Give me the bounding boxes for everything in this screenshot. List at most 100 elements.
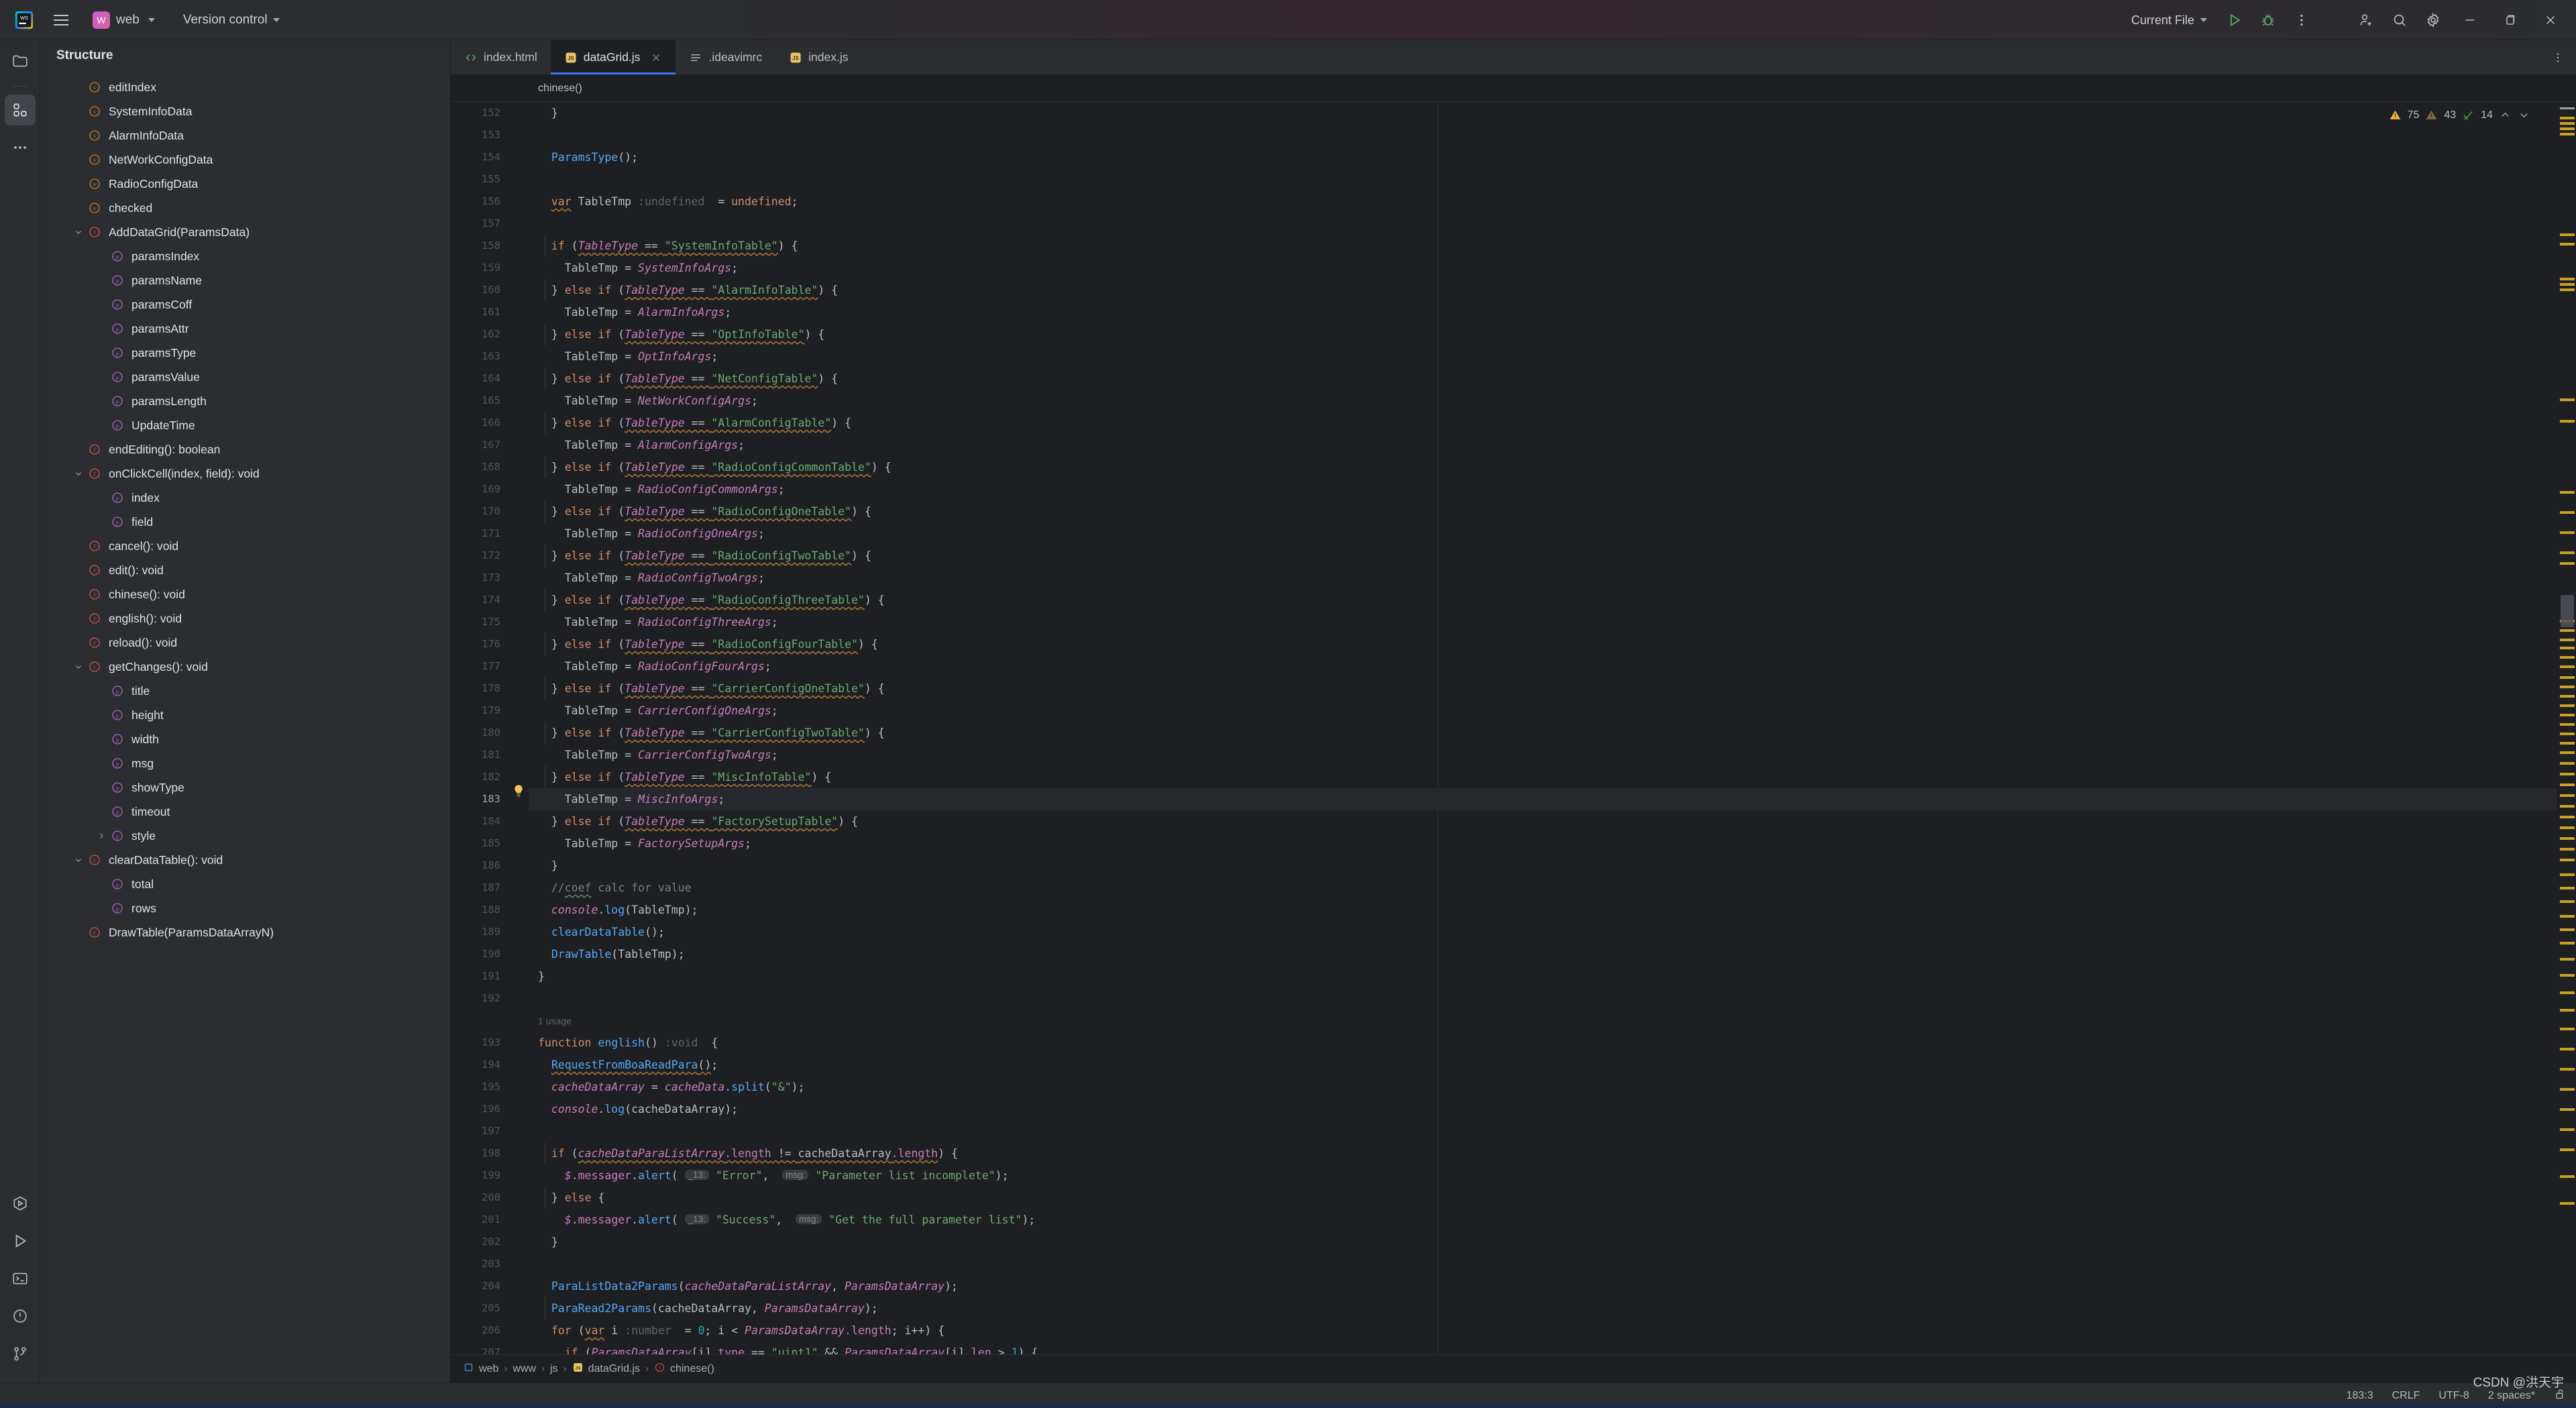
editor-tab--ideavimrc[interactable]: .ideavimrc <box>676 40 775 74</box>
error-stripe-marker[interactable] <box>2560 133 2575 136</box>
code-line[interactable]: } else if (TableType == "RadioConfigFour… <box>529 633 2557 655</box>
code-line[interactable] <box>529 168 2557 191</box>
version-control-widget[interactable]: Version control <box>178 10 285 30</box>
gear-icon[interactable] <box>2416 3 2450 37</box>
version-control-icon[interactable] <box>5 1338 36 1369</box>
tree-twisty-icon[interactable] <box>94 732 109 747</box>
code-line[interactable]: } else if (TableType == "OptInfoTable") … <box>529 323 2557 345</box>
editor-tab-datagrid-js[interactable]: JS dataGrid.js <box>550 40 676 74</box>
error-stripe-marker[interactable] <box>2560 733 2575 735</box>
code-line[interactable]: $.messager.alert( _13: "Success", msg: "… <box>529 1209 2557 1231</box>
error-stripe-marker[interactable] <box>2560 887 2575 889</box>
code-line[interactable]: } else if (TableType == "NetConfigTable"… <box>529 368 2557 390</box>
close-button[interactable] <box>2530 1 2571 39</box>
error-stripe-marker[interactable] <box>2560 656 2575 659</box>
error-stripe-marker[interactable] <box>2560 742 2575 745</box>
structure-item-paramsname[interactable]: p paramsName <box>40 268 450 292</box>
code-line[interactable]: //coef calc for value <box>529 877 2557 899</box>
error-stripe-marker[interactable] <box>2560 1175 2575 1178</box>
tree-twisty-icon[interactable] <box>94 249 109 264</box>
error-stripe-marker[interactable] <box>2560 639 2575 641</box>
code-line[interactable]: for (var i :number = 0; i < ParamsDataAr… <box>529 1319 2557 1342</box>
editor-tabs[interactable]: index.html JS dataGrid.js .ideavimrc JS index… <box>451 40 2576 75</box>
code-line[interactable]: TableTmp = RadioConfigFourArgs; <box>529 655 2557 678</box>
more-tool-windows-icon[interactable] <box>5 132 36 163</box>
structure-item-cancel-void[interactable]: f cancel(): void <box>40 534 450 558</box>
error-stripe-marker[interactable] <box>2560 1108 2575 1111</box>
structure-item-getchanges-void[interactable]: f getChanges(): void <box>40 655 450 679</box>
tree-twisty-icon[interactable] <box>71 128 86 143</box>
code-pane[interactable]: } ParamsType(); var TableTmp :undefined … <box>529 102 2557 1354</box>
code-line[interactable]: RequestFromBoaReadPara(); <box>529 1054 2557 1076</box>
tree-twisty-icon[interactable] <box>71 587 86 602</box>
structure-item-cleardatatable-void[interactable]: f clearDataTable(): void <box>40 848 450 872</box>
code-line[interactable]: TableTmp = AlarmConfigArgs; <box>529 434 2557 456</box>
error-stripe-marker[interactable] <box>2560 283 2575 286</box>
code-line[interactable]: } else if (TableType == "AlarmConfigTabl… <box>529 412 2557 434</box>
structure-tool-icon[interactable] <box>4 95 36 125</box>
scrollbar-thumb[interactable] <box>2561 595 2574 627</box>
error-stripe-marker[interactable] <box>2560 714 2575 716</box>
inspection-widget[interactable]: 75 43 14 <box>2384 107 2534 123</box>
services-icon[interactable] <box>5 1188 36 1219</box>
code-line[interactable]: } <box>529 102 2557 124</box>
error-stripe-marker[interactable] <box>2560 127 2575 130</box>
code-line[interactable] <box>529 1120 2557 1142</box>
structure-item-radioconfigdata[interactable]: v RadioConfigData <box>40 172 450 196</box>
error-stripe-marker[interactable] <box>2560 551 2575 554</box>
structure-item-paramstype[interactable]: p paramsType <box>40 341 450 365</box>
tab-more-actions-icon[interactable] <box>2546 46 2569 69</box>
structure-item-paramslength[interactable]: p paramsLength <box>40 389 450 413</box>
structure-item-title[interactable]: p title <box>40 679 450 703</box>
code-line[interactable]: TableTmp = OptInfoArgs; <box>529 345 2557 368</box>
tree-twisty-icon[interactable] <box>94 901 109 916</box>
error-stripe-marker[interactable] <box>2560 773 2575 775</box>
error-stripe-marker[interactable] <box>2560 859 2575 861</box>
structure-item-endediting-boolean[interactable]: f endEditing(): boolean <box>40 437 450 462</box>
code-line[interactable]: } else if (TableType == "RadioConfigTwoT… <box>529 545 2557 567</box>
tree-twisty-icon[interactable] <box>71 563 86 578</box>
tree-twisty-icon[interactable] <box>94 297 109 312</box>
tree-twisty-icon[interactable] <box>94 345 109 360</box>
main-menu-button[interactable] <box>46 5 76 35</box>
search-icon[interactable] <box>2383 3 2416 37</box>
structure-tree[interactable]: v editIndex v SystemInfoData v AlarmInfoData v… <box>40 71 450 1383</box>
code-line[interactable] <box>529 1253 2557 1275</box>
tree-twisty-icon[interactable] <box>94 273 109 288</box>
code-line[interactable]: cacheDataArray = cacheData.split("&"); <box>529 1076 2557 1098</box>
tree-twisty-icon[interactable] <box>71 853 86 867</box>
structure-item-style[interactable]: p style <box>40 824 450 848</box>
terminal-icon[interactable] <box>5 1263 36 1294</box>
debug-button[interactable] <box>2251 3 2285 37</box>
editor-tab-index-html[interactable]: index.html <box>451 40 551 74</box>
code-line[interactable] <box>529 124 2557 146</box>
project-widget[interactable]: W web <box>87 9 160 32</box>
editor-tab-index-js[interactable]: JS index.js <box>775 40 861 74</box>
error-stripe-marker[interactable] <box>2560 122 2575 125</box>
tree-twisty-icon[interactable] <box>94 877 109 891</box>
code-vision-hint[interactable]: 1 usage <box>529 1010 2557 1032</box>
code-line[interactable]: TableTmp = CarrierConfigTwoArgs; <box>529 744 2557 766</box>
error-stripe-marker[interactable] <box>2560 1048 2575 1050</box>
code-line[interactable]: } else if (TableType == "CarrierConfigOn… <box>529 678 2557 700</box>
code-line[interactable]: console.log(TableTmp); <box>529 899 2557 921</box>
error-stripe-marker[interactable] <box>2560 751 2575 754</box>
code-line[interactable]: clearDataTable(); <box>529 921 2557 943</box>
structure-item-paramscoff[interactable]: p paramsCoff <box>40 292 450 317</box>
structure-item-alarminfodata[interactable]: v AlarmInfoData <box>40 123 450 148</box>
error-stripe-marker[interactable] <box>2560 915 2575 918</box>
code-line[interactable]: } <box>529 855 2557 877</box>
tree-twisty-icon[interactable] <box>94 780 109 795</box>
structure-item-field[interactable]: p field <box>40 510 450 534</box>
tree-twisty-icon[interactable] <box>94 804 109 819</box>
structure-item-drawtable-paramsdataarrayn[interactable]: f DrawTable(ParamsDataArrayN) <box>40 920 450 944</box>
source-code[interactable]: } ParamsType(); var TableTmp :undefined … <box>529 102 2557 1354</box>
tree-twisty-icon[interactable] <box>71 152 86 167</box>
structure-item-msg[interactable]: p msg <box>40 751 450 775</box>
structure-item-updatetime[interactable]: p UpdateTime <box>40 413 450 437</box>
error-stripe-marker[interactable] <box>2560 704 2575 707</box>
error-stripe-marker[interactable] <box>2560 420 2575 423</box>
breadcrumb-item-datagrid-js[interactable]: JS dataGrid.js <box>572 1362 640 1376</box>
structure-item-paramsvalue[interactable]: p paramsValue <box>40 365 450 389</box>
maximize-button[interactable] <box>2490 1 2530 39</box>
